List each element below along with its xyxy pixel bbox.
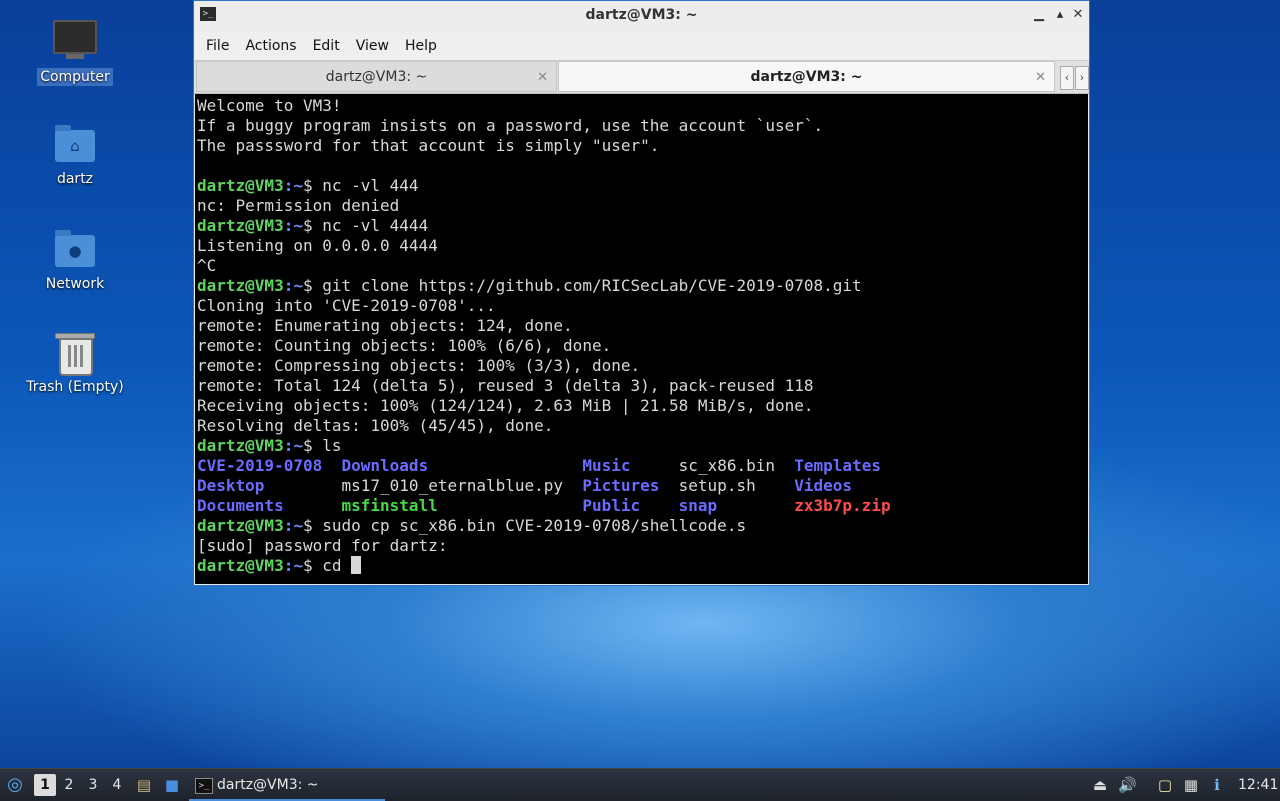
taskbar: ◎ 1 2 3 4 ▤ ■ >_ dartz@VM3: ~ ⏏ 🔊 ▢ ▦ ℹ … bbox=[0, 768, 1280, 801]
desktop-icon-computer[interactable]: Computer bbox=[20, 16, 130, 86]
workspace-4[interactable]: 4 bbox=[106, 769, 128, 801]
terminal-line: ^C bbox=[197, 256, 217, 275]
terminal-line: nc: Permission denied bbox=[197, 196, 400, 215]
terminal-output[interactable]: Welcome to VM3! If a buggy program insist… bbox=[195, 94, 1088, 584]
terminal-line: Cloning into 'CVE-2019-0708'... bbox=[197, 296, 496, 315]
terminal-line: Receiving objects: 100% (124/124), 2.63 … bbox=[197, 396, 814, 415]
ls-entry: sc_x86.bin bbox=[678, 456, 775, 475]
ls-entry: Downloads bbox=[341, 456, 429, 475]
volume-icon[interactable]: 🔊 bbox=[1118, 776, 1137, 794]
eject-icon[interactable]: ⏏ bbox=[1091, 776, 1109, 794]
workspace-3[interactable]: 3 bbox=[82, 769, 104, 801]
trash-icon bbox=[53, 330, 97, 376]
tab-close-icon[interactable]: ✕ bbox=[537, 62, 548, 93]
tab-1[interactable]: dartz@VM3: ~ ✕ bbox=[196, 61, 557, 92]
window-title: dartz@VM3: ~ bbox=[585, 7, 698, 23]
terminal-line: Resolving deltas: 100% (45/45), done. bbox=[197, 416, 554, 435]
ls-entry: Documents bbox=[197, 496, 284, 515]
clock[interactable]: 12:41 bbox=[1238, 769, 1278, 801]
terminal-line: If a buggy program insists on a password… bbox=[197, 116, 824, 135]
desktop-icon-label: Computer bbox=[37, 68, 113, 86]
network-icon[interactable]: ▦ bbox=[1182, 776, 1200, 794]
menu-help[interactable]: Help bbox=[397, 38, 445, 54]
terminal-line: The passsword for that account is simply… bbox=[197, 136, 660, 155]
ls-entry: snap bbox=[678, 496, 718, 515]
ls-entry: Pictures bbox=[582, 476, 660, 495]
taskbar-task-terminal[interactable]: >_ dartz@VM3: ~ bbox=[189, 769, 385, 801]
desktop-icon-label: Network bbox=[45, 276, 105, 292]
desktop-icon-trash[interactable]: Trash (Empty) bbox=[20, 330, 130, 396]
tab-close-icon[interactable]: ✕ bbox=[1035, 62, 1046, 93]
ls-entry: Templates bbox=[794, 456, 881, 475]
terminal-line: remote: Compressing objects: 100% (3/3),… bbox=[197, 356, 641, 375]
desktop-icon-label: dartz bbox=[56, 171, 94, 187]
minimize-button[interactable]: ▁ bbox=[1030, 6, 1048, 24]
terminal-command-line: dartz@VM3:~$ nc -vl 444 bbox=[197, 176, 419, 195]
start-menu-button[interactable]: ◎ bbox=[4, 769, 28, 801]
task-label: dartz@VM3: ~ bbox=[217, 777, 319, 793]
menu-bar: File Actions Edit View Help bbox=[194, 31, 1089, 61]
computer-icon bbox=[53, 20, 97, 64]
tab-scroll-right-button[interactable]: › bbox=[1075, 66, 1089, 90]
network-folder-icon: ● bbox=[53, 227, 97, 271]
ls-row: CVE-2019-0708 Downloads Music sc_x86.bin… bbox=[197, 456, 1088, 476]
desktop-icon: ■ bbox=[164, 776, 180, 794]
lubuntu-logo-icon: ◎ bbox=[7, 774, 23, 795]
ls-entry: Videos bbox=[794, 476, 853, 495]
tab-label: dartz@VM3: ~ bbox=[325, 69, 428, 85]
ls-entry: Desktop bbox=[197, 476, 265, 495]
ls-row: Documents msfinstall Public snap zx3b7p.… bbox=[197, 496, 1088, 516]
close-button[interactable]: ✕ bbox=[1069, 6, 1087, 24]
terminal-line: [sudo] password for dartz: bbox=[197, 536, 448, 555]
menu-file[interactable]: File bbox=[198, 38, 237, 54]
ls-entry: msfinstall bbox=[341, 496, 438, 515]
terminal-command-line: dartz@VM3:~$ cd bbox=[197, 556, 1088, 576]
workspace-2[interactable]: 2 bbox=[58, 769, 80, 801]
terminal-command-line: dartz@VM3:~$ nc -vl 4444 bbox=[197, 216, 429, 235]
ls-entry: Public bbox=[582, 496, 641, 515]
ls-entry: ms17_010_eternalblue.py bbox=[341, 476, 564, 495]
terminal-command-line: dartz@VM3:~$ git clone https://github.co… bbox=[197, 276, 862, 295]
file-manager-icon: ▤ bbox=[136, 776, 152, 794]
ls-entry: setup.sh bbox=[678, 476, 756, 495]
terminal-command-line: dartz@VM3:~$ sudo cp sc_x86.bin CVE-2019… bbox=[197, 516, 747, 535]
tab-scroll-left-button[interactable]: ‹ bbox=[1060, 66, 1074, 90]
menu-view[interactable]: View bbox=[348, 38, 397, 54]
desktop-icon-network[interactable]: ● Network bbox=[20, 227, 130, 293]
home-folder-icon: ⌂ bbox=[53, 122, 97, 166]
terminal-line: remote: Counting objects: 100% (6/6), do… bbox=[197, 336, 612, 355]
terminal-icon: >_ bbox=[195, 778, 213, 794]
menu-edit[interactable]: Edit bbox=[305, 38, 348, 54]
tab-label: dartz@VM3: ~ bbox=[750, 69, 863, 85]
update-notifier-icon[interactable]: ℹ bbox=[1208, 776, 1226, 794]
desktop-icon-label: Trash (Empty) bbox=[26, 379, 124, 395]
terminal-line: Listening on 0.0.0.0 4444 bbox=[197, 236, 438, 255]
terminal-cursor bbox=[351, 556, 362, 574]
file-manager-launcher[interactable]: ▤ bbox=[134, 769, 154, 801]
window-titlebar[interactable]: >_ dartz@VM3: ~ ▁ ▴ ✕ bbox=[194, 1, 1089, 31]
tab-2[interactable]: dartz@VM3: ~ ✕ bbox=[558, 61, 1055, 92]
terminal-window: >_ dartz@VM3: ~ ▁ ▴ ✕ File Actions Edit … bbox=[193, 0, 1090, 586]
clipboard-icon[interactable]: ▢ bbox=[1156, 776, 1174, 794]
ls-entry: CVE-2019-0708 bbox=[197, 456, 323, 475]
maximize-button[interactable]: ▴ bbox=[1051, 6, 1069, 24]
desktop-icon-home[interactable]: ⌂ dartz bbox=[20, 122, 130, 188]
show-desktop-button[interactable]: ■ bbox=[162, 769, 182, 801]
terminal-line: remote: Enumerating objects: 124, done. bbox=[197, 316, 573, 335]
terminal-line: remote: Total 124 (delta 5), reused 3 (d… bbox=[197, 376, 814, 395]
ls-row: Desktop ms17_010_eternalblue.py Pictures… bbox=[197, 476, 1088, 496]
ls-entry: Music bbox=[582, 456, 631, 475]
workspace-1[interactable]: 1 bbox=[34, 774, 56, 796]
ls-entry: zx3b7p.zip bbox=[794, 496, 891, 515]
menu-actions[interactable]: Actions bbox=[237, 38, 304, 54]
terminal-command-line: dartz@VM3:~$ ls bbox=[197, 436, 342, 455]
tab-bar: dartz@VM3: ~ ✕ dartz@VM3: ~ ✕ ‹ › bbox=[194, 61, 1089, 94]
terminal-line: Welcome to VM3! bbox=[197, 96, 342, 115]
